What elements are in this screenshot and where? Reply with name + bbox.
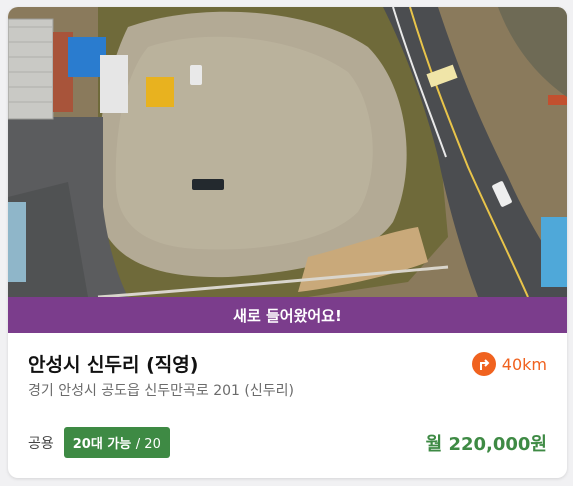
parking-lot-aerial-photo — [8, 7, 567, 297]
capacity-available: 20대 가능 — [72, 437, 132, 452]
distance-indicator: 40km — [471, 352, 547, 376]
distance-value: 40km — [501, 354, 547, 374]
usage-row: 공용 20대 가능 / 20 — [28, 427, 170, 458]
monthly-price: 월 220,000원 — [425, 434, 547, 455]
capacity-total: / 20 — [135, 437, 161, 452]
parking-listing-card[interactable]: 새로 들어왔어요! 안성시 신두리 (직영) 경기 안성시 공도읍 신두만곡로 … — [8, 7, 567, 478]
listing-title: 안성시 신두리 (직영) — [28, 354, 199, 376]
turn-right-icon — [471, 352, 496, 376]
capacity-badge: 20대 가능 / 20 — [63, 427, 170, 458]
listing-address: 경기 안성시 공도읍 신두만곡로 201 (신두리) — [28, 383, 294, 399]
new-listing-banner: 새로 들어왔어요! — [8, 297, 567, 333]
usage-type-label: 공용 — [28, 435, 54, 452]
